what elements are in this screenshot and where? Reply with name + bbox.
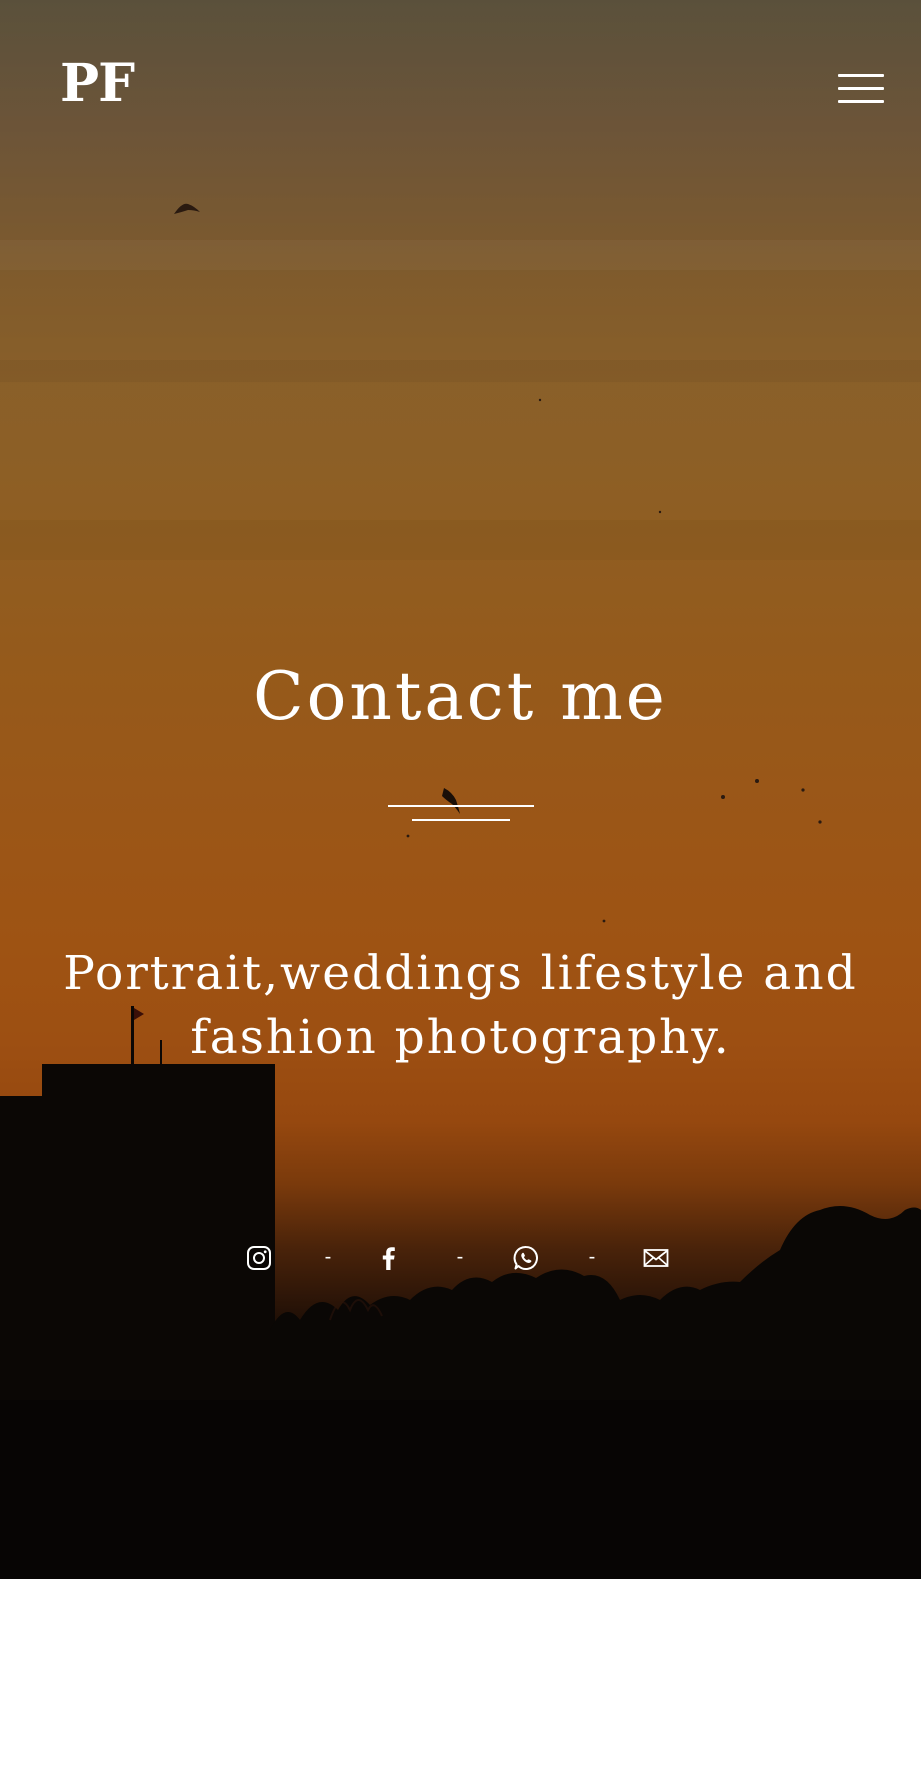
site-logo[interactable]: PF <box>60 58 135 110</box>
menu-bar <box>838 74 884 77</box>
page: PF Contact me Portrait,weddings lifestyl… <box>0 0 921 1787</box>
sunset-background-image <box>0 0 921 1579</box>
email-icon[interactable] <box>641 1243 671 1273</box>
divider-line-short <box>412 819 510 821</box>
page-title: Contact me <box>253 658 668 735</box>
tagline: Portrait,weddings lifestyle and fashion … <box>40 942 881 1070</box>
hamburger-menu-icon[interactable] <box>836 72 886 108</box>
separator: - <box>588 1246 596 1268</box>
instagram-icon[interactable] <box>244 1243 274 1273</box>
tagline-line-1: Portrait,weddings lifestyle and <box>63 946 858 1001</box>
whatsapp-icon[interactable] <box>511 1243 541 1273</box>
facebook-icon[interactable] <box>374 1243 404 1273</box>
menu-bar <box>838 87 884 90</box>
separator: - <box>324 1246 332 1268</box>
page-bottom-area <box>0 1579 921 1787</box>
menu-bar <box>838 100 884 103</box>
title-divider <box>388 805 534 823</box>
divider-line-long <box>388 805 534 807</box>
tagline-line-2: fashion photography. <box>190 1010 731 1065</box>
hero-section: PF Contact me Portrait,weddings lifestyl… <box>0 0 921 1579</box>
separator: - <box>456 1246 464 1268</box>
